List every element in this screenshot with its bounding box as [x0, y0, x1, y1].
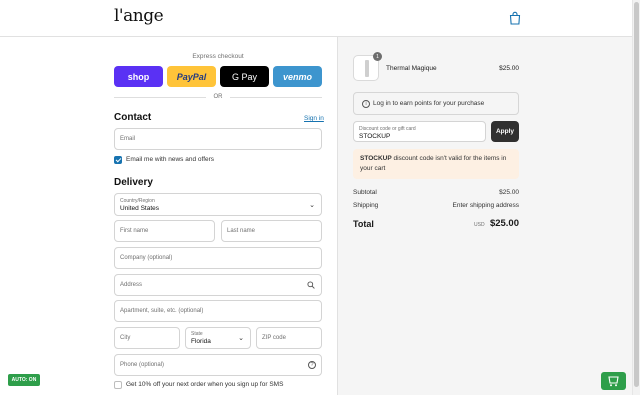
company-placeholder: Company (optional) — [120, 255, 173, 261]
state-label: State — [191, 331, 203, 337]
product-price: $25.00 — [499, 65, 519, 72]
total-value: $25.00 — [489, 218, 519, 229]
phone-placeholder: Phone (optional) — [120, 362, 165, 368]
address-field[interactable]: Address — [114, 274, 322, 296]
city-placeholder: City — [120, 335, 131, 341]
last-name-placeholder: Last name — [227, 228, 256, 234]
company-field[interactable]: Company (optional) — [114, 247, 322, 269]
brand-logo[interactable]: l'ange — [114, 6, 164, 26]
chevron-down-icon: ⌄ — [309, 201, 315, 209]
points-text: Log in to earn points for your purchase — [373, 100, 485, 107]
search-icon — [307, 281, 315, 289]
cart-icon — [608, 376, 619, 387]
shop-pay-button[interactable]: shop — [114, 66, 163, 87]
apartment-field[interactable]: Apartment, suite, etc. (optional) — [114, 300, 322, 322]
discount-warning: STOCKUP discount code isn't valid for th… — [353, 149, 519, 179]
or-divider-left — [114, 97, 206, 98]
last-name-field[interactable]: Last name — [221, 220, 322, 242]
state-value: Florida — [191, 338, 211, 345]
chevron-down-icon: ⌄ — [238, 335, 244, 342]
order-summary-panel — [337, 37, 632, 395]
address-placeholder: Address — [120, 282, 143, 288]
city-field[interactable]: City — [114, 327, 180, 349]
shipping-label: Shipping — [353, 202, 379, 209]
or-divider-text: OR — [213, 94, 223, 100]
total-label: Total — [353, 219, 374, 229]
sms-checkbox[interactable] — [114, 381, 122, 389]
first-name-field[interactable]: First name — [114, 220, 215, 242]
shopping-bag-icon[interactable] — [509, 11, 521, 25]
email-placeholder: Email — [120, 136, 136, 142]
total-currency: USD — [474, 222, 485, 228]
apartment-placeholder: Apartment, suite, etc. (optional) — [120, 308, 204, 314]
country-select[interactable]: Country/Region United States ⌄ — [114, 193, 322, 216]
state-select[interactable]: State Florida ⌄ — [185, 327, 251, 349]
newsletter-label: Email me with news and offers — [126, 156, 215, 163]
warning-code: STOCKUP — [360, 155, 392, 162]
auto-mode-badge[interactable]: AUTO: ON — [8, 374, 40, 386]
info-icon: i — [362, 100, 370, 108]
express-checkout-title: Express checkout — [192, 53, 244, 60]
header: l'ange — [0, 0, 632, 37]
phone-field[interactable]: Phone (optional) ? — [114, 354, 322, 376]
discount-label: Discount code or gift card — [359, 126, 416, 132]
or-divider-right — [230, 97, 322, 98]
quantity-badge: 1 — [373, 52, 382, 61]
floating-action-button[interactable] — [601, 372, 626, 390]
zip-code-placeholder: ZIP code — [262, 335, 286, 341]
subtotal-label: Subtotal — [353, 189, 377, 196]
discount-value: STOCKUP — [359, 133, 391, 140]
email-field[interactable]: Email — [114, 128, 322, 150]
subtotal-value: $25.00 — [499, 189, 519, 196]
country-label: Country/Region — [120, 198, 155, 204]
delivery-title: Delivery — [114, 177, 153, 188]
google-pay-button[interactable]: G Pay — [220, 66, 269, 87]
scrollbar[interactable] — [632, 0, 640, 395]
paypal-button[interactable]: PayPal — [167, 66, 216, 87]
contact-title: Contact — [114, 112, 152, 123]
scrollbar-thumb[interactable] — [634, 2, 639, 387]
sms-label: Get 10% off your next order when you sig… — [126, 381, 284, 388]
venmo-button[interactable]: venmo — [273, 66, 322, 87]
apply-button[interactable]: Apply — [491, 121, 519, 142]
product-bottle-image — [365, 60, 369, 77]
first-name-placeholder: First name — [120, 228, 149, 234]
sign-in-link[interactable]: Sign in — [304, 115, 324, 122]
product-name: Thermal Magique — [386, 65, 437, 72]
login-points-banner[interactable]: i Log in to earn points for your purchas… — [353, 92, 519, 115]
zip-code-field[interactable]: ZIP code — [256, 327, 322, 349]
discount-code-field[interactable]: Discount code or gift card STOCKUP — [353, 121, 486, 142]
help-icon[interactable]: ? — [308, 361, 316, 369]
newsletter-checkbox[interactable] — [114, 156, 122, 164]
shipping-value: Enter shipping address — [452, 202, 520, 209]
country-value: United States — [120, 205, 160, 212]
